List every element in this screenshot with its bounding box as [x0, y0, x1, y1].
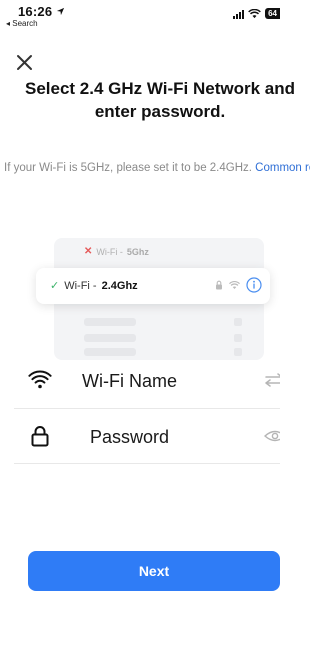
divider — [14, 463, 280, 464]
clock: 16:26 — [18, 4, 65, 19]
network-24ghz-card: ✓ Wi-Fi - 2.4Ghz — [36, 268, 270, 304]
network-24ghz-prefix: Wi-Fi - — [64, 279, 97, 292]
lock-outline-icon — [31, 426, 49, 447]
divider — [14, 408, 280, 409]
back-to-search-link[interactable]: ◂ Search — [6, 19, 38, 28]
swap-arrows-icon — [265, 373, 280, 387]
network-24ghz-band: 2.4Ghz — [101, 279, 138, 292]
info-icon — [246, 277, 262, 293]
network-24ghz-row: ✓ Wi-Fi - 2.4Ghz — [50, 279, 138, 293]
wifi-name-field[interactable]: Wi-Fi Name — [0, 354, 280, 408]
cross-icon: ✕ — [84, 246, 93, 257]
network-5ghz-row: ✕ Wi-Fi - 5Ghz — [84, 246, 149, 257]
status-icons: 64 — [233, 8, 280, 19]
wifi-status-icon — [248, 8, 261, 18]
lock-icon — [216, 280, 222, 290]
location-arrow-icon — [56, 7, 65, 16]
eye-icon — [264, 430, 280, 442]
battery-indicator: 64 — [265, 8, 280, 19]
close-icon — [17, 55, 32, 70]
network-24ghz-icons — [215, 277, 262, 293]
password-label: Password — [90, 427, 170, 447]
password-field[interactable]: Password — [0, 410, 280, 464]
placeholder-bar — [84, 334, 136, 342]
wifi-name-label: Wi-Fi Name — [82, 371, 177, 391]
wifi-icon — [28, 370, 52, 389]
router-setting-link[interactable]: Common router setting method — [255, 162, 310, 174]
placeholder-dot — [234, 334, 242, 342]
page-title: Select 2.4 GHz Wi-Fi Network and enter p… — [24, 79, 296, 121]
next-button[interactable]: Next — [28, 551, 280, 591]
placeholder-dot — [234, 318, 242, 326]
close-button[interactable] — [12, 50, 38, 76]
placeholder-bar — [84, 318, 136, 326]
network-5ghz-prefix: Wi-Fi - — [96, 246, 123, 257]
cellular-signal-icon — [233, 9, 245, 19]
page-subtitle: If your Wi-Fi is 5GHz, please set it to … — [0, 160, 310, 177]
subtitle-text: If your Wi-Fi is 5GHz, please set it to … — [4, 162, 256, 174]
clock-text: 16:26 — [18, 4, 53, 19]
wifi-strength-icon — [229, 280, 240, 289]
switch-network-button[interactable] — [264, 372, 280, 388]
network-5ghz-band: 5Ghz — [126, 246, 149, 257]
check-icon: ✓ — [50, 280, 60, 292]
status-bar: 16:26 ◂ Search 64 — [0, 0, 280, 34]
wifi-selection-illustration: ✕ Wi-Fi - 5Ghz ✓ Wi-Fi - 2.4Ghz — [36, 238, 270, 362]
toggle-password-visibility[interactable] — [264, 428, 280, 444]
